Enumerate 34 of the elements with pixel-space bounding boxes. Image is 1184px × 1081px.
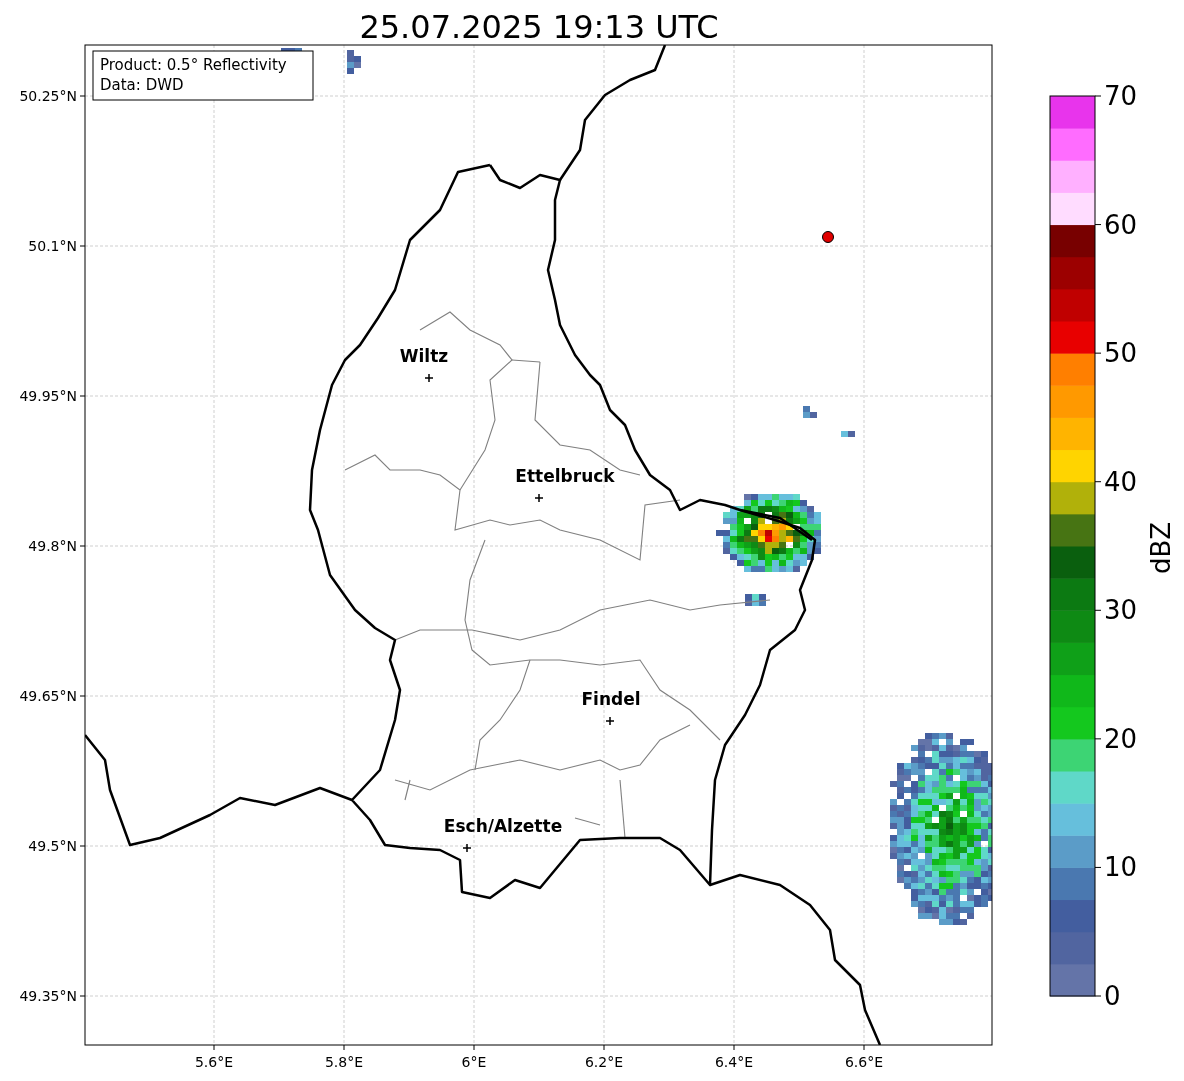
city-marker-icon <box>462 843 472 853</box>
colorbar-tick-label: 50 <box>1104 338 1138 369</box>
colorbar-tick-label: 10 <box>1104 852 1138 883</box>
x-tick-label: 6.6°E <box>844 1054 884 1070</box>
legend-text: Data: DWD <box>100 76 184 94</box>
y-tick-label: 49.35°N <box>19 988 77 1004</box>
x-tick-label: 6.2°E <box>584 1054 624 1070</box>
y-tick-label: 49.5°N <box>28 838 77 854</box>
colorbar-tick-label: 0 <box>1104 981 1121 1011</box>
x-tick-label: 6°E <box>461 1054 487 1070</box>
y-tick-label: 49.8°N <box>28 538 77 554</box>
colorbar-tick-label: 70 <box>1104 81 1138 111</box>
colorbar-tick-label: 60 <box>1104 209 1138 240</box>
y-tick-label: 50.1°N <box>28 238 77 254</box>
chart-title: 25.07.2025 19:13 UTC <box>359 8 719 46</box>
y-tick-label: 49.65°N <box>19 688 77 704</box>
legend-text: Product: 0.5° Reflectivity <box>100 56 287 74</box>
colorbar-tick-label: 40 <box>1104 466 1138 497</box>
city-label: Ettelbruck <box>515 466 615 486</box>
colorbar-tick-label: 30 <box>1104 595 1138 626</box>
city-label: Esch/Alzette <box>443 816 563 836</box>
radar-site-marker <box>822 231 834 243</box>
x-tick-label: 6.4°E <box>714 1054 754 1070</box>
x-tick-label: 5.8°E <box>324 1054 364 1070</box>
y-tick-label: 50.25°N <box>19 88 77 104</box>
city-marker-icon <box>605 716 615 726</box>
city-marker-icon <box>534 493 544 503</box>
colorbar-tick-label: 20 <box>1104 723 1138 754</box>
city-marker-icon <box>424 373 434 383</box>
colorbar-label: dBZ <box>1146 521 1176 575</box>
city-label: Wiltz <box>399 346 449 366</box>
city-label: Findel <box>581 689 641 709</box>
y-tick-label: 49.95°N <box>19 388 77 404</box>
x-tick-label: 5.6°E <box>194 1054 234 1070</box>
